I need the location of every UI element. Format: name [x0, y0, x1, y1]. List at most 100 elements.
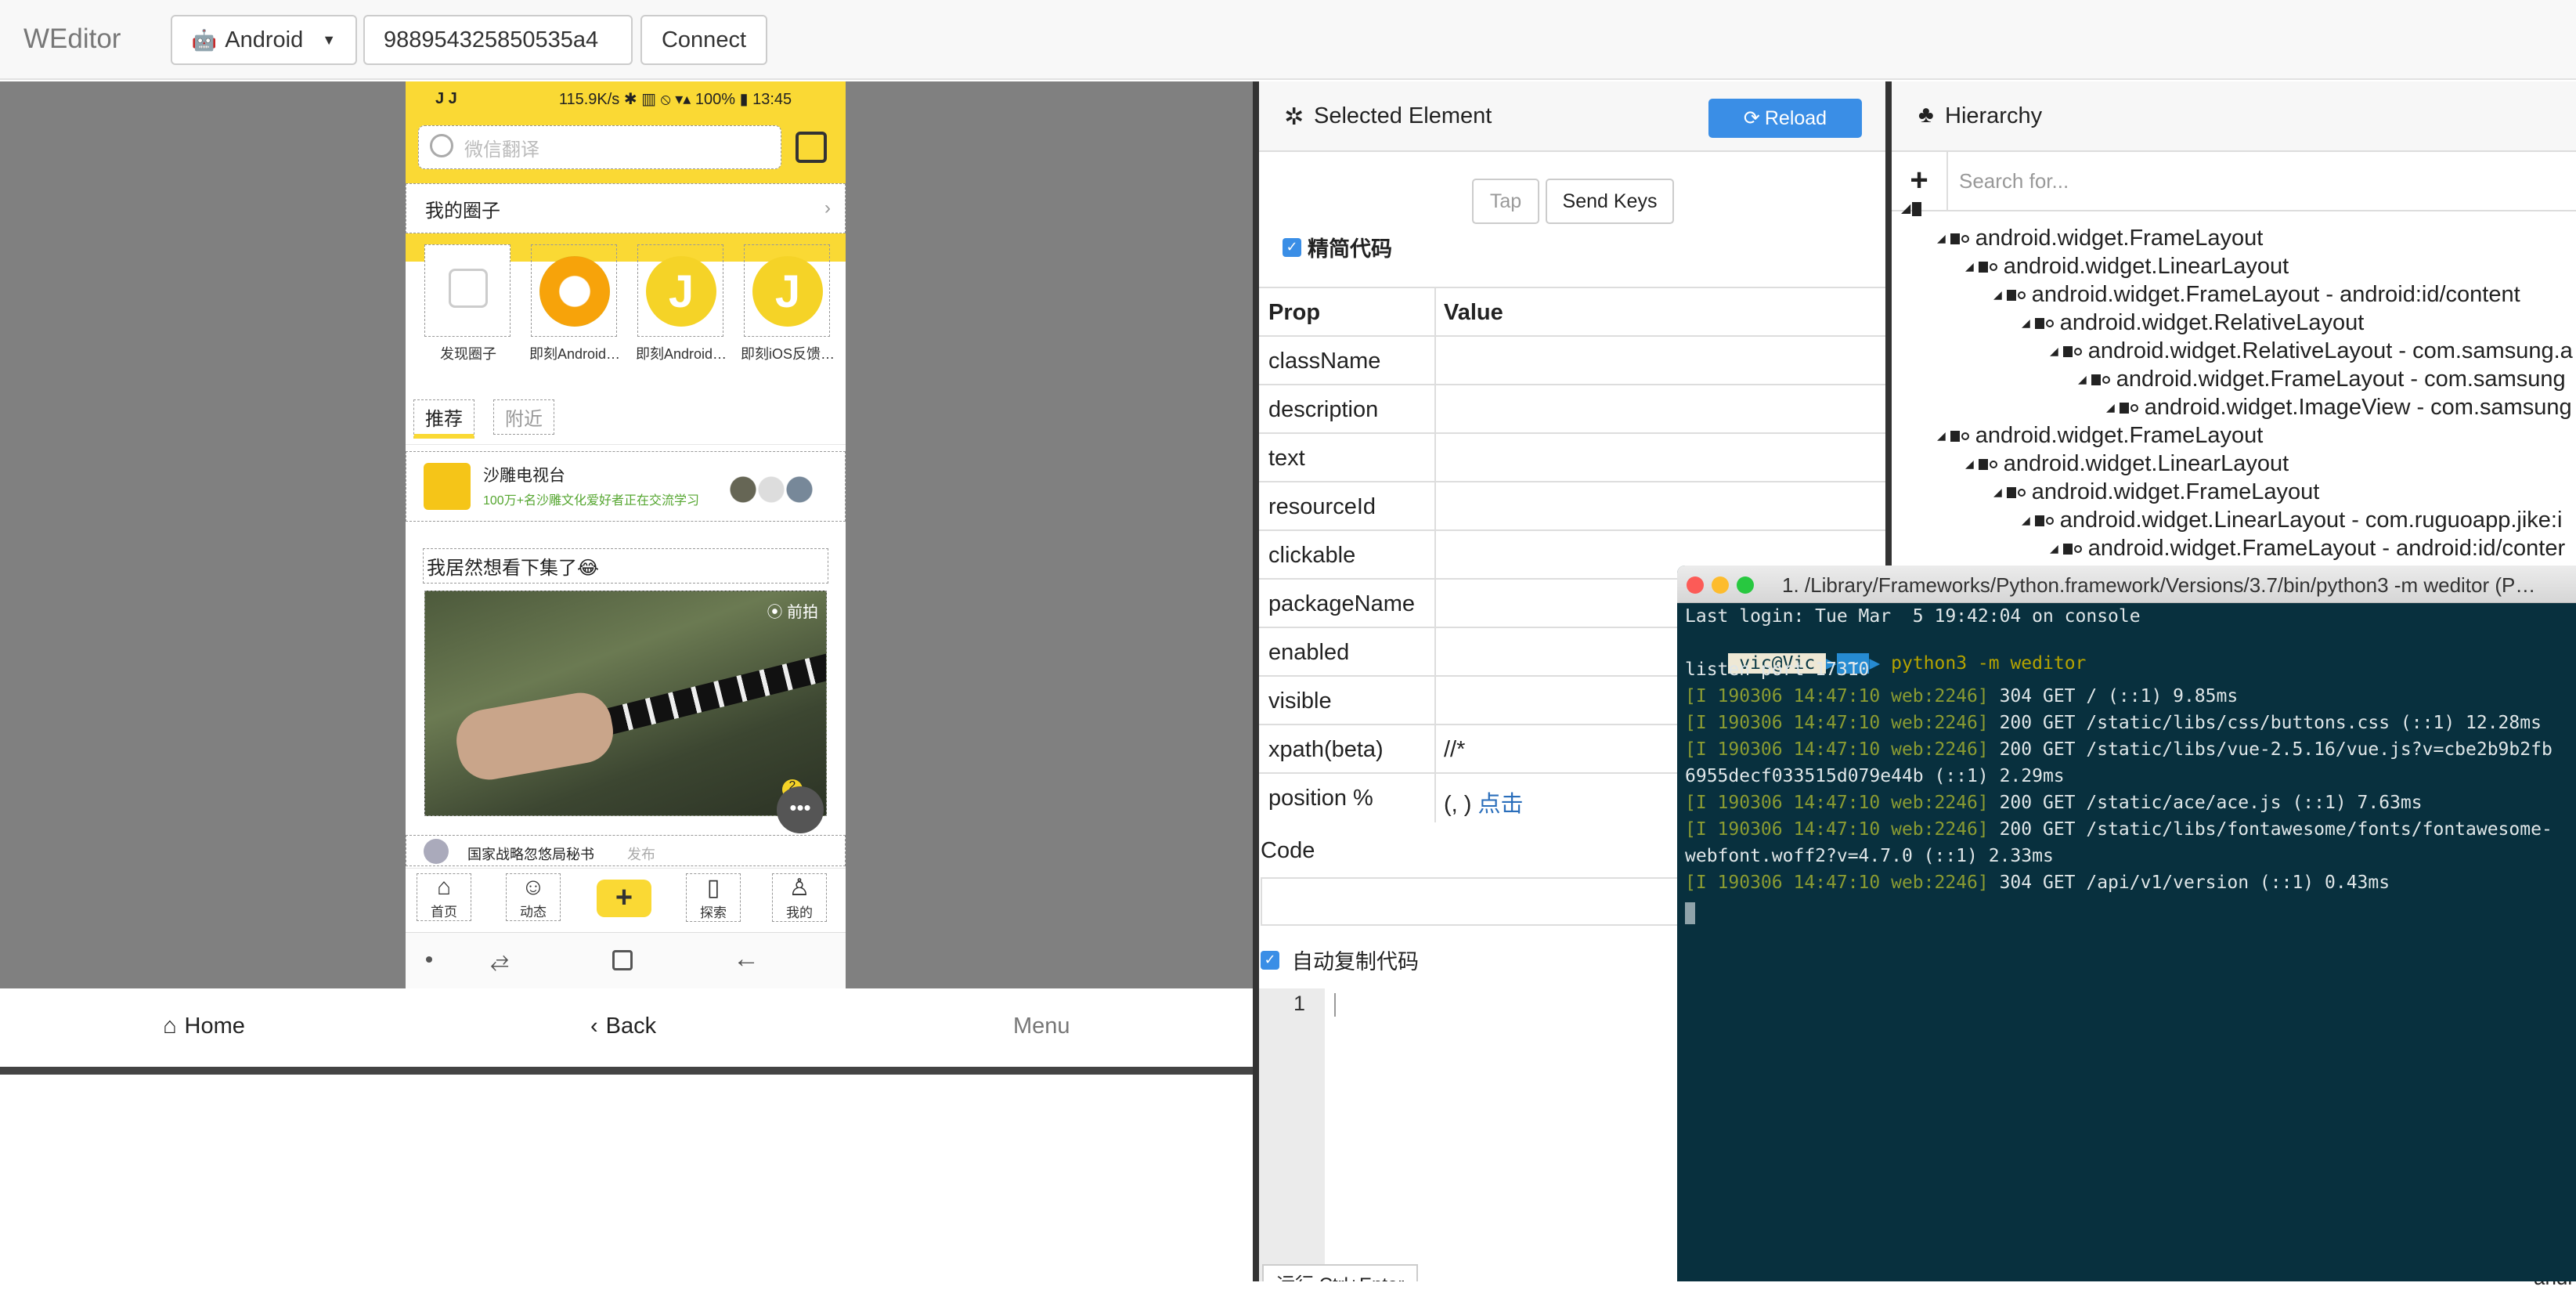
- menu-nav-button[interactable]: Menu: [1013, 1014, 1070, 1039]
- more-icon[interactable]: •••: [777, 786, 824, 833]
- tree-toggle-icon[interactable]: ◢: [2050, 345, 2058, 358]
- simplify-code-checkbox[interactable]: ✓ 精简代码: [1283, 232, 1392, 262]
- tree-toggle-icon[interactable]: ◢: [1965, 457, 1974, 471]
- feed-recommend-row[interactable]: 沙雕电视台 100万+名沙雕文化爱好者正在交流学习: [406, 451, 846, 522]
- tree-toggle-icon[interactable]: ◢: [2078, 373, 2087, 386]
- tree-node[interactable]: ◢ android.widget.RelativeLayout - com.sam…: [2050, 338, 2573, 364]
- terminal-log-line: [I 190306 14:47:10 web:2246] 200 GET /st…: [1685, 819, 2553, 840]
- phone-search-box[interactable]: 微信翻译: [418, 125, 781, 169]
- circles-header[interactable]: 我的圈子 ›: [406, 183, 846, 233]
- tab-feed[interactable]: ☺ 动态: [506, 873, 561, 921]
- tree-toggle-icon[interactable]: ◢: [2022, 316, 2030, 330]
- home-icon: ⌂: [163, 1014, 177, 1039]
- tab-me[interactable]: ♙ 我的: [772, 873, 827, 922]
- node-icon: [2062, 543, 2084, 555]
- back-softkey-icon[interactable]: ←: [733, 944, 759, 974]
- tree-toggle-icon[interactable]: ◢: [1937, 232, 1946, 245]
- tree-node-label: android.widget.LinearLayout - com.ruguoa…: [2059, 508, 2563, 533]
- recents-icon[interactable]: ⥄: [490, 947, 509, 974]
- prop-value[interactable]: //*: [1444, 737, 1465, 763]
- tree-node[interactable]: ◢ android.widget.FrameLayout: [1937, 226, 2263, 251]
- tree-node[interactable]: ◢ android.widget.FrameLayout - android:id…: [1993, 282, 2520, 308]
- tree-node[interactable]: ◢ android.widget.FrameLayout: [1937, 423, 2263, 449]
- back-nav-button[interactable]: ‹ Back: [590, 1014, 656, 1039]
- circle-card[interactable]: J: [744, 244, 830, 337]
- tree-root[interactable]: ◢: [1901, 201, 1932, 219]
- log-tag: [I 190306 14:47:10 web:2246]: [1685, 686, 1989, 706]
- home-nav-button[interactable]: ⌂ Home: [163, 1014, 245, 1039]
- pane-splitter-vertical[interactable]: [1253, 81, 1259, 1281]
- table-row: description: [1259, 385, 1885, 434]
- user-icon: ♙: [788, 875, 810, 901]
- run-button[interactable]: 运行 Ctrl+Enter: [1262, 1264, 1419, 1281]
- terminal-log-line: [I 190306 14:47:10 web:2246] 200 GET /st…: [1685, 739, 2553, 760]
- tree-toggle-icon[interactable]: ◢: [2022, 514, 2030, 527]
- discover-circle-card[interactable]: [424, 244, 511, 337]
- circle-label: 即刻iOS反馈…: [741, 346, 835, 362]
- log-tag: [I 190306 14:47:10 web:2246]: [1685, 713, 1989, 733]
- terminal-log-line: [I 190306 14:47:10 web:2246] 200 GET /st…: [1685, 793, 2423, 813]
- tree-node[interactable]: ◢ android.widget.ImageView - com.samsung: [2106, 395, 2572, 421]
- log-message: 200 GET /static/ace/ace.js (::1) 7.63ms: [1988, 793, 2423, 813]
- auto-copy-checkbox[interactable]: ✓ 自动复制代码: [1261, 945, 1419, 975]
- post-text[interactable]: 我居然想看下集了😂: [423, 548, 828, 584]
- terminal-titlebar[interactable]: 1. /Library/Frameworks/Python.framework/…: [1677, 566, 2576, 603]
- tap-position-link[interactable]: 点击: [1478, 792, 1524, 817]
- node-icon: [2034, 317, 2055, 329]
- post-video[interactable]: ⦿ 前拍 2: [424, 591, 827, 816]
- tv-avatar-icon: [424, 463, 471, 510]
- circle-card[interactable]: [531, 244, 617, 337]
- tree-toggle-icon[interactable]: ◢: [1937, 429, 1946, 443]
- hierarchy-search-input[interactable]: Search for...: [1946, 152, 2576, 211]
- tree-toggle-icon[interactable]: ◢: [2106, 401, 2115, 414]
- avatar: [424, 839, 449, 864]
- tree-node[interactable]: ◢ android.widget.LinearLayout: [1965, 254, 2289, 280]
- scan-icon[interactable]: [796, 132, 827, 163]
- tree-node[interactable]: ◢ android.widget.FrameLayout - android:id…: [2050, 536, 2565, 562]
- tab-explore[interactable]: ▯ 探索: [686, 873, 741, 922]
- dot-icon[interactable]: [426, 956, 432, 963]
- jike-j-icon: J: [752, 256, 823, 327]
- minimize-icon[interactable]: [1712, 576, 1729, 594]
- close-icon[interactable]: [1687, 576, 1704, 594]
- tree-icon: ♣: [1918, 102, 1934, 128]
- prop-key: xpath(beta): [1268, 737, 1384, 762]
- prop-key: description: [1268, 397, 1379, 422]
- tree-node[interactable]: ◢ android.widget.RelativeLayout: [2022, 310, 2364, 336]
- code-label: Code: [1261, 838, 1315, 863]
- tree-toggle-icon[interactable]: ◢: [1993, 486, 2002, 499]
- feed-subtitle: 100万+名沙雕文化爱好者正在交流学习: [483, 494, 700, 508]
- home-icon: ⌂: [436, 874, 452, 900]
- reload-button[interactable]: ⟳ Reload: [1708, 99, 1862, 138]
- tab-recommend[interactable]: 推荐: [413, 399, 474, 439]
- log-tag: [I 190306 14:47:10 web:2246]: [1685, 819, 1989, 840]
- tree-toggle-icon[interactable]: ◢: [1993, 288, 2002, 302]
- tree-node-label: android.widget.FrameLayout - android:id/…: [2031, 282, 2520, 307]
- send-keys-button[interactable]: Send Keys: [1546, 179, 1674, 224]
- platform-dropdown[interactable]: 🤖 Android ▼: [171, 15, 357, 65]
- circle-card[interactable]: J: [637, 244, 723, 337]
- home-softkey-icon[interactable]: [612, 950, 633, 970]
- device-serial-input[interactable]: 988954325850535a4: [363, 15, 633, 65]
- tree-node[interactable]: ◢ android.widget.LinearLayout - com.ruguo…: [2022, 508, 2562, 533]
- log-message: 6955decf033515d079e44b (::1) 2.29ms: [1685, 766, 2065, 786]
- tree-node[interactable]: ◢ android.widget.FrameLayout - com.samsun…: [2078, 367, 2566, 392]
- tree-toggle-icon[interactable]: ◢: [1965, 260, 1974, 273]
- tab-nearby[interactable]: 附近: [493, 399, 554, 435]
- terminal-window[interactable]: 1. /Library/Frameworks/Python.framework/…: [1677, 566, 2576, 1281]
- maximize-icon[interactable]: [1737, 576, 1754, 594]
- prop-header: Prop: [1268, 300, 1321, 325]
- tree-toggle-icon[interactable]: ◢: [2050, 542, 2058, 555]
- tree-node-label: android.widget.FrameLayout - com.samsung: [2116, 367, 2566, 392]
- log-tag: [I 190306 14:47:10 web:2246]: [1685, 739, 1989, 760]
- add-post-button[interactable]: +: [597, 880, 651, 917]
- tree-node[interactable]: ◢ android.widget.LinearLayout: [1965, 451, 2289, 477]
- tab-home[interactable]: ⌂ 首页: [417, 873, 471, 921]
- tap-button[interactable]: Tap: [1472, 179, 1539, 224]
- tree-node[interactable]: ◢ android.widget.FrameLayout: [1993, 479, 2319, 505]
- pane-splitter-horizontal[interactable]: [0, 1067, 1253, 1075]
- connect-button[interactable]: Connect: [640, 15, 767, 65]
- device-screenshot[interactable]: J J 115.9K/s ✱ ▥ ⦸ ▾▴ 100% ▮ 13:45 微信翻译 …: [406, 81, 846, 988]
- terminal-log-line: [I 190306 14:47:10 web:2246] 304 GET / (…: [1685, 686, 2238, 706]
- post-author-row[interactable]: 国家战略忽悠局秘书 发布: [406, 835, 846, 866]
